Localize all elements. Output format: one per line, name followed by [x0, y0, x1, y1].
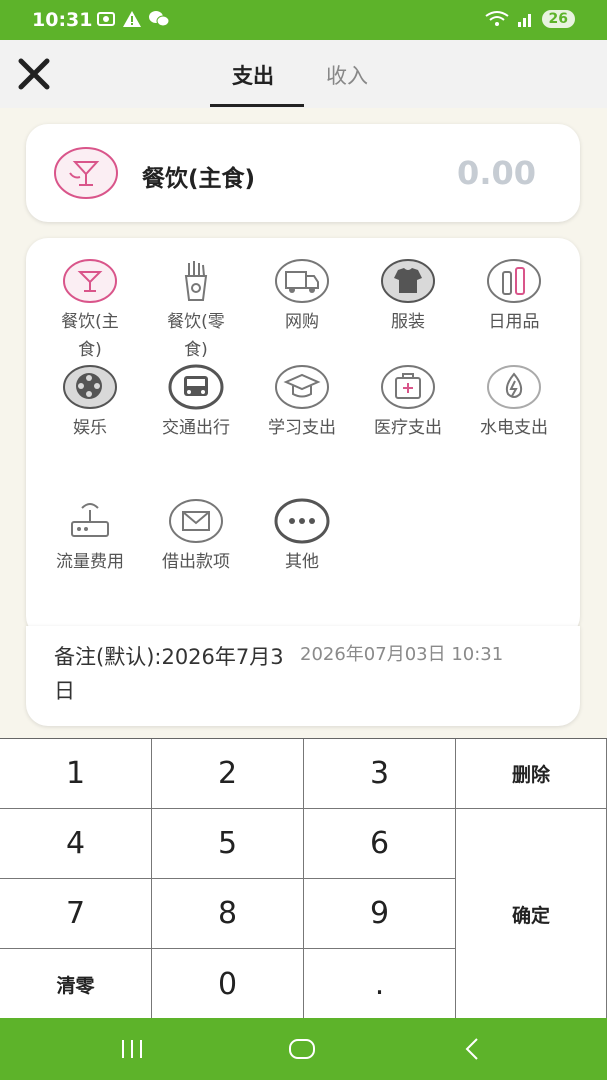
category-label: 网购	[285, 312, 319, 332]
category-online-shopping[interactable]: 网购	[252, 258, 352, 336]
key-8[interactable]: 8	[152, 879, 304, 949]
screenshot-icon	[97, 12, 115, 26]
dining-icon	[63, 259, 117, 303]
category-grid: 餐饮(主食) 餐饮(零食) 网购 服装 日用品 娱乐 交通出行 学习支出 医疗支…	[26, 238, 580, 638]
snack-icon	[184, 261, 208, 301]
dining-icon	[54, 147, 118, 199]
home-icon[interactable]	[287, 1036, 317, 1062]
note-card[interactable]: 备注(默认):2026年7月3日 2026年07月03日 10:31	[26, 626, 580, 726]
amount-display[interactable]: 0.00	[457, 154, 536, 192]
category-label: 服装	[391, 312, 425, 332]
category-label: 其他	[285, 552, 319, 572]
delivery-truck-icon	[275, 259, 329, 303]
system-nav-bar	[0, 1018, 607, 1080]
delete-button[interactable]: 删除	[456, 739, 607, 809]
clear-button[interactable]: 清零	[0, 949, 152, 1019]
active-tab-indicator	[210, 104, 304, 107]
category-medical[interactable]: 医疗支出	[358, 364, 458, 442]
tab-expense[interactable]: 支出	[232, 60, 274, 90]
category-label: 借出款项	[162, 552, 230, 572]
film-reel-icon	[63, 365, 117, 409]
category-label: 交通出行	[162, 418, 230, 438]
category-entertainment[interactable]: 娱乐	[40, 364, 140, 442]
category-study[interactable]: 学习支出	[252, 364, 352, 442]
more-icon	[274, 498, 330, 544]
status-time: 10:31	[32, 9, 93, 31]
key-3[interactable]: 3	[304, 739, 456, 809]
key-2[interactable]: 2	[152, 739, 304, 809]
tshirt-icon	[381, 259, 435, 303]
router-icon	[71, 503, 109, 537]
graduation-cap-icon	[275, 365, 329, 409]
key-5[interactable]: 5	[152, 809, 304, 879]
category-label: 餐饮(零食)	[167, 312, 225, 360]
warning-icon	[123, 11, 141, 27]
key-0[interactable]: 0	[152, 949, 304, 1019]
category-utilities[interactable]: 水电支出	[464, 364, 564, 442]
category-label: 学习支出	[268, 418, 336, 438]
confirm-button[interactable]: 确定	[456, 809, 607, 1019]
key-9[interactable]: 9	[304, 879, 456, 949]
key-7[interactable]: 7	[0, 879, 152, 949]
close-icon	[18, 58, 50, 90]
category-other[interactable]: 其他	[252, 498, 352, 576]
close-button[interactable]	[16, 56, 52, 92]
number-keypad: 1 2 3 删除 4 5 6 7 8 9 确定 清零 0 .	[0, 738, 607, 1019]
note-input[interactable]: 备注(默认):2026年7月3日	[54, 640, 294, 708]
category-dining-main[interactable]: 餐饮(主食)	[40, 258, 140, 364]
category-daily-goods[interactable]: 日用品	[464, 258, 564, 336]
tab-income[interactable]: 收入	[326, 60, 368, 90]
recent-apps-icon[interactable]	[118, 1036, 146, 1062]
toiletries-icon	[487, 259, 541, 303]
loan-envelope-icon	[169, 499, 223, 543]
back-icon[interactable]	[460, 1036, 484, 1062]
bus-icon	[168, 364, 224, 410]
wifi-icon	[484, 11, 509, 26]
top-bar: 支出 收入	[0, 40, 607, 108]
utility-icon	[487, 365, 541, 409]
category-label: 水电支出	[480, 418, 548, 438]
key-6[interactable]: 6	[304, 809, 456, 879]
key-dot[interactable]: .	[304, 949, 456, 1019]
category-label: 流量费用	[56, 552, 124, 572]
category-dining-snack[interactable]: 餐饮(零食)	[146, 258, 246, 364]
medical-kit-icon	[381, 365, 435, 409]
date-picker[interactable]: 2026年07月03日 10:31	[300, 640, 503, 666]
battery-level: 26	[541, 10, 575, 28]
category-label: 医疗支出	[374, 418, 442, 438]
category-clothing[interactable]: 服装	[358, 258, 458, 336]
category-loan-out[interactable]: 借出款项	[146, 498, 246, 576]
key-4[interactable]: 4	[0, 809, 152, 879]
wechat-icon	[149, 11, 170, 27]
key-1[interactable]: 1	[0, 739, 152, 809]
signal-icon	[517, 14, 531, 27]
category-data-plan[interactable]: 流量费用	[40, 498, 140, 576]
amount-card: 餐饮(主食) 0.00	[26, 124, 580, 222]
category-label: 餐饮(主食)	[61, 312, 119, 360]
category-label: 日用品	[488, 312, 540, 332]
status-bar: 10:31 26	[0, 0, 607, 40]
category-transport[interactable]: 交通出行	[146, 364, 246, 442]
selected-category-name: 餐饮(主食)	[142, 166, 256, 192]
category-label: 娱乐	[73, 418, 107, 438]
